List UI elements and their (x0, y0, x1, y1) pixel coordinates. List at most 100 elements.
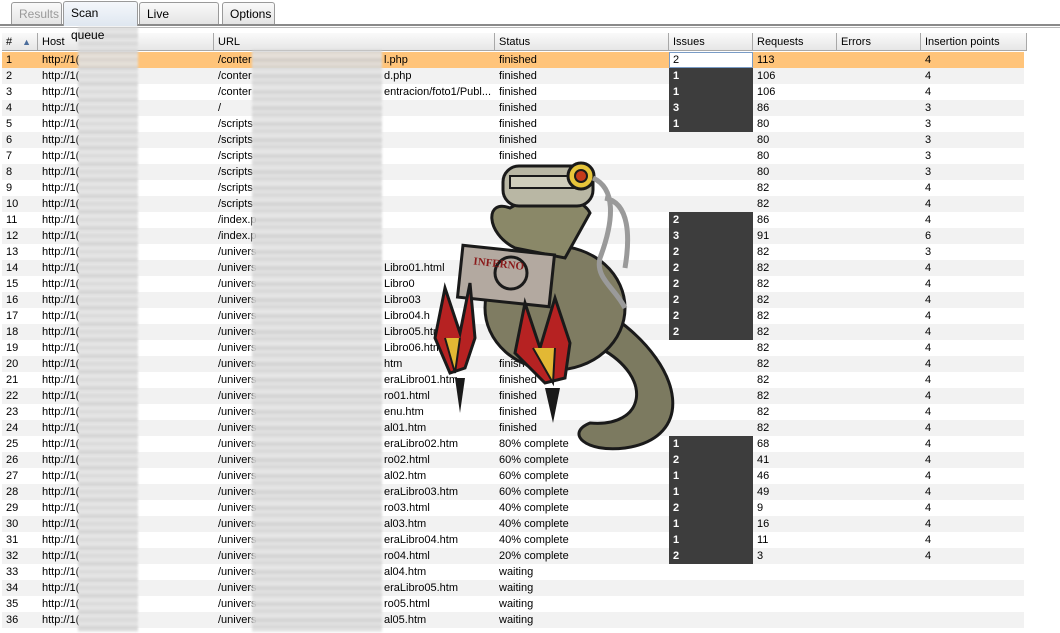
table-row[interactable]: 36 http://1(/univers al05.htm waiting (2, 612, 1024, 628)
cell-status: finished (499, 118, 537, 130)
column-header-status[interactable]: Status (495, 33, 669, 51)
url-path: /univers (218, 374, 257, 386)
cell-requests: 80 (757, 166, 770, 178)
cell-insertion-points: 3 (925, 102, 932, 114)
table-row[interactable]: 2 http://1(/conter d.php finished 1 106 4 (2, 68, 1024, 84)
cell-number: 28 (6, 486, 19, 498)
cell-issues: 1 (669, 116, 753, 132)
table-row[interactable]: 27 http://1(/univers al02.htm 60% complete 1… (2, 468, 1024, 484)
column-header-errors[interactable]: Errors (837, 33, 921, 51)
column-header-url[interactable]: URL (214, 33, 495, 51)
url-path: /index.p (218, 230, 257, 242)
cell-errors (837, 212, 921, 228)
cell-insertion-points: 4 (925, 262, 932, 274)
cell-status: 40% complete (499, 502, 569, 514)
cell-requests: 82 (757, 422, 770, 434)
column-header-number[interactable]: # ▲ (2, 33, 38, 51)
cell-number: 21 (6, 374, 19, 386)
url-path: /scripts (218, 198, 253, 210)
url-tail: htm (384, 358, 403, 370)
cell-requests (753, 596, 837, 612)
cell-requests: 9 (757, 502, 764, 514)
table-row[interactable]: 28 http://1(/univers eraLibro03.htm 60% com… (2, 484, 1024, 500)
url-path: /scripts (218, 150, 253, 162)
cell-status: waiting (499, 598, 534, 610)
cell-issues: 1 (669, 468, 753, 484)
cell-insertion-points: 4 (925, 486, 932, 498)
cell-issues: 1 (669, 516, 753, 532)
url-path: /conter (218, 70, 252, 82)
url-tail: ro05.html (384, 598, 430, 610)
url-path: /univers (218, 534, 257, 546)
cell-requests: 82 (757, 374, 770, 386)
column-header-insertion-points[interactable]: Insertion points (921, 33, 1027, 51)
table-header: # ▲ Host URL Status Issues Requests Erro… (2, 33, 1060, 52)
cell-requests: 113 (757, 54, 775, 66)
cell-errors (837, 292, 921, 308)
cell-insertion-points: 4 (925, 406, 932, 418)
cell-issues: 2 (669, 52, 753, 68)
url-path: /conter (218, 86, 252, 98)
cell-requests: 82 (757, 326, 770, 338)
column-header-requests[interactable]: Requests (753, 33, 837, 51)
table-row[interactable]: 35 http://1(/univers ro05.html waiting (2, 596, 1024, 612)
table-row[interactable]: 5 http://1(/scripts finished 1 80 3 (2, 116, 1024, 132)
cell-requests: 86 (757, 102, 770, 114)
cell-requests: 82 (757, 406, 770, 418)
cell-number: 15 (6, 278, 19, 290)
url-tail: ro03.html (384, 502, 430, 514)
cell-number: 30 (6, 518, 19, 530)
cell-issues: 2 (669, 500, 753, 516)
url-path: /scripts (218, 134, 253, 146)
url-path: /univers (218, 502, 257, 514)
table-row[interactable]: 1 http://1(/conter l.php finished 2 113 4 (2, 52, 1024, 68)
cell-status: finished (499, 70, 537, 82)
tab-results[interactable]: Results (11, 2, 62, 24)
table-row[interactable]: 31 http://1(/univers eraLibro04.htm 40% com… (2, 532, 1024, 548)
cell-errors (837, 244, 921, 260)
tab-scan-queue[interactable]: Scan queue (63, 1, 138, 42)
cell-requests (753, 580, 837, 596)
cell-issues: 1 (669, 484, 753, 500)
cell-requests: 86 (757, 214, 770, 226)
redacted-host-column (78, 27, 138, 632)
cell-errors (837, 372, 921, 388)
cell-issues (669, 612, 753, 628)
cell-insertion-points: 4 (925, 214, 932, 226)
cell-status: waiting (499, 582, 534, 594)
url-path: /univers (218, 454, 257, 466)
cell-number: 3 (6, 86, 13, 98)
cell-errors (837, 180, 921, 196)
redacted-url-column (252, 50, 382, 632)
cell-errors (837, 116, 921, 132)
cell-insertion-points: 6 (925, 230, 932, 242)
cell-requests (753, 564, 837, 580)
table-row[interactable]: 34 http://1(/univers eraLibro05.htm waiting (2, 580, 1024, 596)
url-path: /univers (218, 406, 257, 418)
table-row[interactable]: 30 http://1(/univers al03.htm 40% complete 1… (2, 516, 1024, 532)
cell-number: 33 (6, 566, 19, 578)
cell-errors (837, 132, 921, 148)
url-path: /univers (218, 278, 257, 290)
table-row[interactable]: 29 http://1(/univers ro03.html 40% complete… (2, 500, 1024, 516)
cell-errors (837, 196, 921, 212)
url-path: /scripts (218, 118, 253, 130)
cell-errors (837, 436, 921, 452)
table-row[interactable]: 4 http://1(/ finished 3 86 3 (2, 100, 1024, 116)
cell-number: 2 (6, 70, 13, 82)
cell-errors (837, 596, 921, 612)
tab-live-scanning[interactable]: Live scanning (139, 2, 219, 43)
url-tail: al03.htm (384, 518, 427, 530)
table-row[interactable]: 3 http://1(/conter entracion/foto1/Publ...… (2, 84, 1024, 100)
column-header-issues[interactable]: Issues (669, 33, 753, 51)
cell-insertion-points: 4 (925, 198, 932, 210)
table-row[interactable]: 32 http://1(/univers ro04.html 20% complete… (2, 548, 1024, 564)
cell-number: 12 (6, 230, 19, 242)
table-row[interactable]: 33 http://1(/univers al04.htm waiting (2, 564, 1024, 580)
sort-ascending-icon: ▲ (22, 37, 31, 47)
cell-errors (837, 452, 921, 468)
cell-requests: 82 (757, 278, 770, 290)
tab-options[interactable]: Options (222, 2, 275, 24)
cell-requests: 80 (757, 134, 770, 146)
url-path: /univers (218, 326, 257, 338)
